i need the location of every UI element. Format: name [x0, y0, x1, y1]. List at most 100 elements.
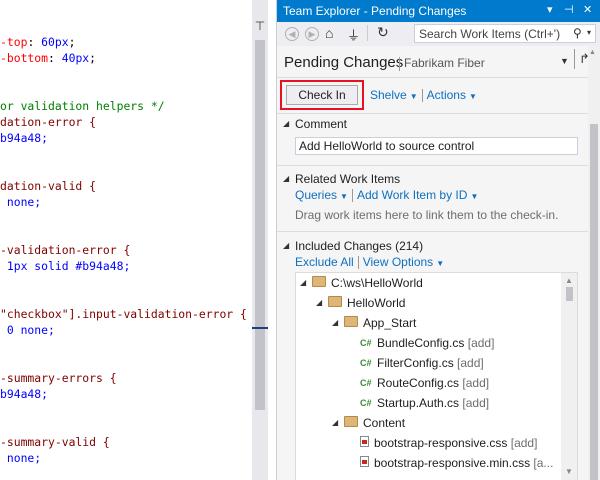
add-work-item-link[interactable]: Add Work Item by ID ▼	[357, 188, 478, 202]
code-line[interactable]: -summary-valid {	[0, 434, 247, 450]
window-position-dropdown-icon[interactable]: ▾	[547, 3, 553, 16]
code-line[interactable]	[0, 82, 247, 98]
connect-plug-icon[interactable]: ⏚	[347, 25, 360, 44]
comment-heading[interactable]: Comment	[295, 117, 347, 131]
included-changes-heading[interactable]: Included Changes (214)	[295, 239, 423, 253]
editor-scroll-thumb[interactable]	[255, 40, 265, 410]
expand-arrow-icon[interactable]: ◢	[332, 418, 344, 427]
tree-item-name: Content	[363, 415, 406, 430]
divider	[277, 231, 600, 232]
tree-item[interactable]: ◢ App_Start	[332, 315, 416, 335]
panel-title: Team Explorer - Pending Changes	[283, 4, 467, 18]
refresh-icon[interactable]: ↻	[377, 24, 389, 41]
divider	[277, 113, 600, 114]
code-line[interactable]: -validation-error {	[0, 242, 247, 258]
code-line[interactable]	[0, 146, 247, 162]
tree-item[interactable]: C# BundleConfig.cs [add]	[348, 335, 494, 355]
code-line[interactable]	[0, 402, 247, 418]
collapse-arrow-icon[interactable]: ◢	[283, 119, 289, 128]
code-line[interactable]	[0, 354, 247, 370]
tree-item[interactable]: bootstrap-responsive.min.css [a...	[348, 455, 553, 475]
scroll-up-icon[interactable]: ▲	[589, 49, 596, 56]
code-line[interactable]: 0 none;	[0, 322, 247, 338]
pin-icon[interactable]: ⊣	[564, 3, 574, 16]
search-dropdown-icon[interactable]: ▾	[587, 28, 591, 37]
home-icon[interactable]: ⌂	[325, 25, 333, 41]
code-line[interactable]: b94a48;	[0, 130, 247, 146]
close-icon[interactable]: ✕	[583, 3, 592, 16]
code-line[interactable]	[0, 66, 247, 82]
check-in-button[interactable]: Check In	[286, 85, 358, 105]
search-input[interactable]	[419, 26, 569, 41]
csharp-file-icon: C#	[360, 377, 372, 388]
tree-item[interactable]: ◢ HelloWorld	[316, 295, 405, 315]
actions-link[interactable]: Actions ▼	[427, 88, 477, 102]
code-line[interactable]: none;	[0, 450, 247, 466]
code-token: or validation helpers */	[0, 99, 165, 113]
code-line[interactable]	[0, 210, 247, 226]
forward-icon[interactable]: ▶	[305, 27, 319, 41]
code-line[interactable]	[0, 226, 247, 242]
code-line[interactable]: -top: 60px;	[0, 34, 247, 50]
code-token: b94a48;	[0, 131, 49, 145]
tree-item[interactable]: ◢ Content	[332, 415, 405, 435]
included-changes-tree[interactable]: ◢ C:\ws\HelloWorld ◢ HelloWorld ◢ App_Start C#…	[295, 272, 578, 480]
code-line[interactable]: 1px solid #b94a48;	[0, 258, 247, 274]
code-line[interactable]: -bottom: 40px;	[0, 50, 247, 66]
code-line[interactable]: "checkbox"].input-validation-error {	[0, 306, 247, 322]
back-icon[interactable]: ◀	[285, 27, 299, 41]
tree-scroll-thumb[interactable]	[566, 287, 573, 301]
expand-arrow-icon[interactable]: ◢	[316, 298, 328, 307]
tree-item[interactable]: C# Startup.Auth.cs [add]	[348, 395, 489, 415]
divider	[277, 165, 600, 166]
code-line[interactable]: b94a48;	[0, 386, 247, 402]
code-text[interactable]: -top: 60px; -bottom: 40px; or validation h…	[0, 34, 247, 466]
code-line[interactable]: -summary-errors {	[0, 370, 247, 386]
view-options-label: View Options	[362, 255, 434, 269]
expand-arrow-icon[interactable]: ◢	[332, 318, 344, 327]
view-options-link[interactable]: View Options ▼	[363, 255, 444, 269]
code-line[interactable]	[0, 418, 247, 434]
code-token: -validation-error {	[0, 243, 131, 257]
search-box[interactable]: ⚲ ▾	[414, 24, 596, 43]
code-line[interactable]: dation-error {	[0, 114, 247, 130]
split-handle-icon[interactable]: ⊤	[254, 20, 266, 32]
comment-input[interactable]: Add HelloWorld to source control	[295, 137, 578, 155]
code-editor[interactable]: -top: 60px; -bottom: 40px; or validation h…	[0, 0, 268, 480]
collapse-arrow-icon[interactable]: ◢	[283, 241, 289, 250]
project-name: Fabrikam Fiber	[404, 56, 485, 70]
scroll-up-icon[interactable]: ▲	[565, 276, 573, 285]
expand-arrow-icon[interactable]: ◢	[300, 278, 312, 287]
tree-item[interactable]: C# RouteConfig.cs [add]	[348, 375, 489, 395]
actions-label: Actions	[426, 88, 466, 102]
code-line[interactable]	[0, 274, 247, 290]
change-type-tag: [add]	[462, 395, 490, 410]
code-line[interactable]	[0, 162, 247, 178]
search-icon[interactable]: ⚲	[573, 26, 582, 40]
pane-scroll-thumb[interactable]	[590, 124, 598, 480]
exclude-all-link[interactable]: Exclude All	[295, 255, 354, 269]
queries-link[interactable]: Queries ▼	[295, 188, 348, 202]
comment-text: Add HelloWorld to source control	[299, 139, 475, 153]
code-token: ;	[68, 35, 76, 49]
related-work-items-heading[interactable]: Related Work Items	[295, 172, 400, 186]
tree-item[interactable]: C# FilterConfig.cs [add]	[348, 355, 484, 375]
tree-scrollbar[interactable]: ▲ ▼	[561, 273, 577, 480]
page-dropdown-icon[interactable]: ▼	[560, 56, 569, 66]
code-line[interactable]: dation-valid {	[0, 178, 247, 194]
csharp-file-icon: C#	[360, 337, 372, 348]
tree-item[interactable]: ◢ C:\ws\HelloWorld	[300, 275, 423, 295]
code-token: -bottom	[0, 51, 49, 65]
add-work-item-label: Add Work Item by ID	[356, 188, 468, 202]
chevron-down-icon: ▼	[436, 259, 445, 268]
tree-item-name: App_Start	[363, 315, 417, 330]
code-line[interactable]: none;	[0, 194, 247, 210]
code-line[interactable]	[0, 338, 247, 354]
shelve-link[interactable]: Shelve ▼	[370, 88, 418, 102]
tree-item[interactable]: bootstrap-responsive.css [add]	[348, 435, 537, 455]
code-line[interactable]	[0, 290, 247, 306]
chevron-down-icon: ▼	[470, 192, 479, 201]
code-line[interactable]: or validation helpers */	[0, 98, 247, 114]
collapse-arrow-icon[interactable]: ◢	[283, 174, 289, 183]
scroll-down-icon[interactable]: ▼	[565, 467, 573, 476]
